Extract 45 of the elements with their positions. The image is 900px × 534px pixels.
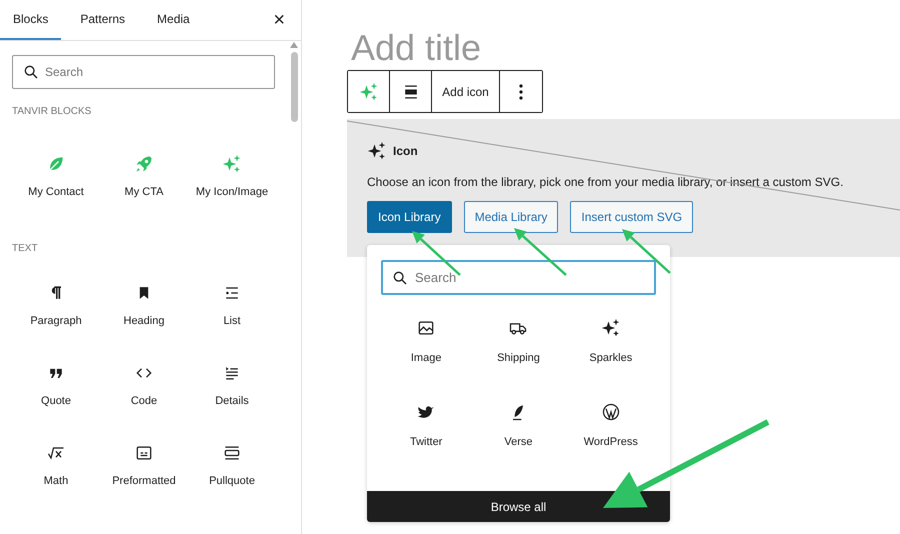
- more-options-icon: [519, 84, 523, 100]
- close-button[interactable]: ×: [269, 0, 289, 40]
- icon-option[interactable]: Sparkles: [564, 317, 657, 391]
- icon-option[interactable]: WordPress: [564, 401, 657, 475]
- rocket-icon: [134, 154, 154, 174]
- source-button[interactable]: Icon Library: [367, 201, 452, 233]
- block-title: Icon: [393, 144, 418, 158]
- category-heading: TEXT: [12, 243, 39, 254]
- category-heading: TANVIR BLOCKS: [12, 106, 92, 117]
- block-item[interactable]: Quote: [12, 352, 100, 432]
- sparkles-icon: [222, 154, 242, 174]
- search-icon: [392, 270, 408, 286]
- wordpress-logo-icon: [600, 402, 621, 422]
- block-item[interactable]: Pullquote: [188, 432, 276, 512]
- scroll-up-icon[interactable]: [290, 42, 298, 48]
- sidebar-tab[interactable]: Patterns: [67, 0, 138, 40]
- block-item[interactable]: My CTA: [100, 143, 188, 223]
- browse-all-button[interactable]: Browse all: [367, 491, 670, 522]
- block-item[interactable]: My Icon/Image: [188, 143, 276, 223]
- sidebar-tab[interactable]: Media: [144, 0, 203, 40]
- block-item[interactable]: List: [188, 272, 276, 352]
- sparkles-icon: [358, 82, 378, 102]
- block-item[interactable]: My Contact: [12, 143, 100, 223]
- icon-option[interactable]: Shipping: [472, 317, 565, 391]
- source-button[interactable]: Media Library: [464, 201, 558, 233]
- sidebar-tab[interactable]: Blocks: [0, 0, 62, 40]
- icon-option[interactable]: Twitter: [380, 401, 472, 475]
- scrollbar[interactable]: [290, 42, 298, 122]
- block-item[interactable]: Paragraph: [12, 272, 100, 352]
- block-item[interactable]: Math: [12, 432, 100, 512]
- icon-option[interactable]: Image: [380, 317, 472, 391]
- sparkles-icon: [367, 141, 387, 161]
- block-item[interactable]: Preformatted: [100, 432, 188, 512]
- search-field[interactable]: Search: [12, 55, 275, 89]
- annotation-arrow: [514, 228, 567, 276]
- block-item[interactable]: Heading: [100, 272, 188, 352]
- block-type-button[interactable]: [348, 71, 390, 112]
- search-icon: [23, 64, 39, 80]
- block-item[interactable]: Code: [100, 352, 188, 432]
- icon-option[interactable]: Verse: [472, 401, 565, 475]
- sparkles-icon: [600, 318, 621, 338]
- block-item[interactable]: Details: [188, 352, 276, 432]
- annotation-arrow: [622, 229, 671, 274]
- icon-search-field[interactable]: Search: [381, 260, 656, 295]
- source-button[interactable]: Insert custom SVG: [570, 201, 694, 233]
